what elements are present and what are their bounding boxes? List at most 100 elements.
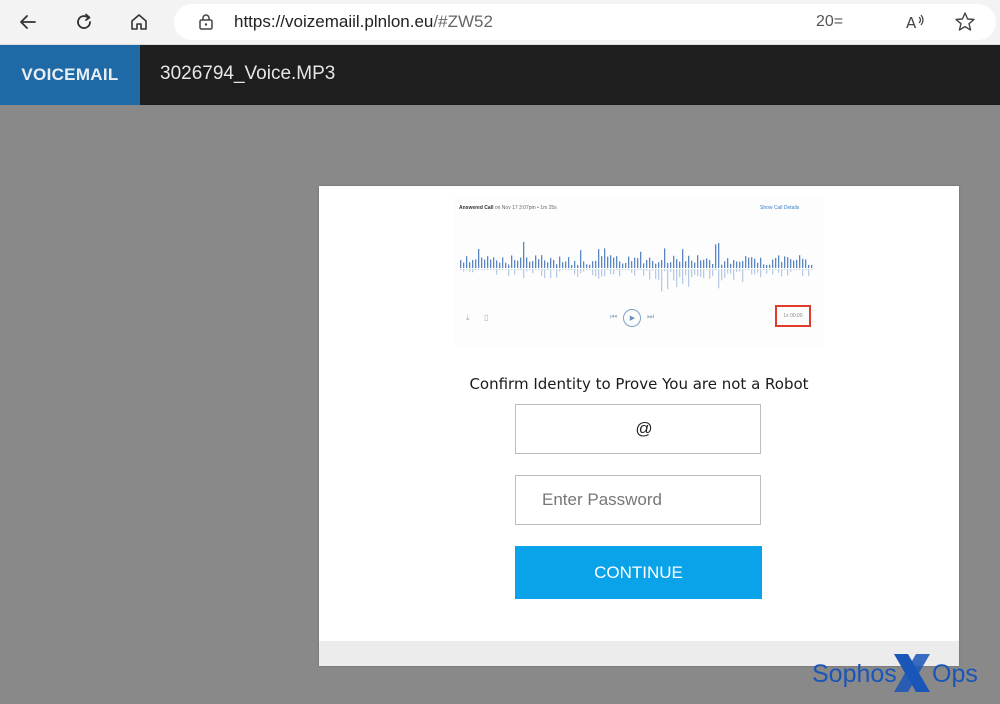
waveform-bar-reflection [721, 269, 723, 281]
waveform-bar [559, 256, 561, 268]
waveform-bar-reflection [760, 269, 762, 278]
waveform-bar-reflection [508, 269, 510, 277]
address-bar[interactable]: https://voizemaiil.plnlon.eu/#ZW52 20= A [174, 4, 996, 40]
waveform-bar [766, 264, 768, 268]
continue-button[interactable]: CONTINUE [515, 546, 762, 599]
waveform-bar [649, 257, 651, 268]
waveform-bar-reflection [637, 269, 639, 270]
app-header: VOICEMAIL 3026794_Voice.MP3 [0, 45, 1000, 105]
waveform-bar-reflection [649, 269, 651, 280]
waveform-bar [481, 257, 483, 268]
waveform-bar-reflection [547, 269, 549, 270]
waveform-bar-reflection [541, 269, 543, 276]
waveform-bar-reflection [664, 269, 666, 272]
show-call-details-link[interactable]: Show Call Details [760, 205, 799, 211]
waveform-bar [469, 262, 471, 268]
waveform-bar [484, 259, 486, 268]
waveform-bar-reflection [472, 269, 474, 273]
waveform-bar [637, 258, 639, 268]
waveform-bar-reflection [634, 269, 636, 276]
waveform-bar [799, 255, 801, 268]
back-arrow-icon[interactable] [14, 8, 42, 36]
waveform-bar [529, 261, 531, 268]
waveform-bar [673, 255, 675, 268]
waveform-bar-reflection [580, 269, 582, 274]
waveform-bar-reflection [481, 269, 483, 270]
waveform-bar-reflection [565, 269, 567, 270]
waveform-bar [670, 262, 672, 268]
waveform-bar-reflection [643, 269, 645, 276]
waveform-bar [715, 244, 717, 268]
waveform-bar [538, 259, 540, 268]
favorite-star-icon[interactable] [954, 11, 976, 33]
waveform-bar [769, 264, 771, 268]
waveform-bar [676, 259, 678, 268]
waveform-bar [502, 257, 504, 268]
waveform-bar-reflection [598, 269, 600, 279]
email-field[interactable] [515, 404, 761, 454]
waveform-bar [733, 260, 735, 268]
waveform-bar [700, 260, 702, 268]
watermark-text-right: Ops [932, 660, 978, 688]
sophos-xops-watermark: Sophos Ops [812, 654, 978, 692]
waveform-bar [685, 261, 687, 268]
refresh-icon[interactable] [70, 8, 98, 36]
waveform-bar [745, 256, 747, 268]
waveform-bar-reflection [490, 269, 492, 270]
waveform-bar-reflection [652, 269, 654, 271]
delete-icon[interactable]: ▯ [484, 313, 488, 322]
waveform-bar [706, 258, 708, 268]
waveform-bar [586, 264, 588, 268]
waveform-bar-reflection [751, 269, 753, 275]
waveform-bar-reflection [475, 269, 477, 270]
waveform-bar [634, 257, 636, 268]
waveform-bar [775, 257, 777, 268]
home-icon[interactable] [125, 8, 153, 36]
waveform-bar-reflection [745, 269, 747, 270]
waveform-bar-reflection [460, 269, 462, 270]
forward-icon[interactable]: ⏭ [647, 312, 654, 322]
waveform-bar [643, 263, 645, 268]
waveform-bar [772, 259, 774, 268]
waveform-bar-reflection [631, 269, 633, 273]
speed-control-highlight[interactable]: 1x 00:00 [775, 305, 811, 327]
waveform-bar-reflection [487, 269, 489, 270]
voicemail-player-preview: Answered Call on Nov 17 3:07pm • 1m 25s … [454, 196, 824, 346]
waveform-bar-reflection [685, 269, 687, 276]
waveform-bar [550, 257, 552, 268]
url-text[interactable]: https://voizemaiil.plnlon.eu/#ZW52 [234, 12, 493, 32]
waveform-bar-reflection [655, 269, 657, 279]
zoom-indicator[interactable]: 20= [816, 13, 843, 31]
download-icon[interactable]: ⤓ [466, 313, 470, 323]
waveform-bar [694, 262, 696, 268]
waveform-bar-reflection [502, 269, 504, 270]
waveform-bar [619, 261, 621, 268]
waveform-bar-reflection [784, 269, 786, 270]
waveform-bar [622, 263, 624, 268]
waveform-bar-reflection [670, 269, 672, 273]
waveform-bar-reflection [574, 269, 576, 275]
waveform-bar-reflection [628, 269, 630, 270]
waveform-bar-reflection [769, 269, 771, 270]
call-meta: on Nov 17 3:07pm • 1m 25s [494, 205, 557, 211]
waveform-bar [805, 259, 807, 268]
lock-icon[interactable] [196, 12, 216, 32]
waveform-bar [682, 249, 684, 268]
waveform-bar-reflection [616, 269, 618, 270]
waveform-bar-reflection [757, 269, 759, 273]
rewind-icon[interactable]: ⏮ [610, 312, 617, 322]
password-field[interactable] [515, 475, 761, 525]
waveform-bar [565, 261, 567, 268]
play-button[interactable]: ▶ [623, 309, 641, 327]
waveform-bar-reflection [676, 269, 678, 288]
waveform-bar [520, 257, 522, 268]
read-aloud-icon[interactable]: A [904, 11, 928, 33]
waveform-bar-reflection [532, 269, 534, 274]
svg-text:A: A [906, 14, 917, 32]
waveform-bar [547, 262, 549, 268]
waveform-bar-reflection [553, 269, 555, 270]
waveform-bar [487, 256, 489, 268]
brand-tab[interactable]: VOICEMAIL [0, 45, 140, 105]
waveform-bar [472, 260, 474, 268]
waveform-bar-reflection [568, 269, 570, 270]
